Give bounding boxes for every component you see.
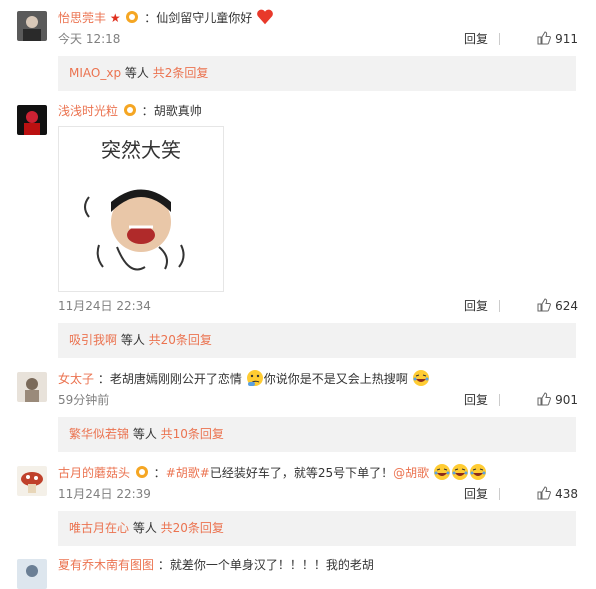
avatar[interactable]: [17, 11, 47, 41]
like-count: 438: [555, 487, 578, 501]
like-button[interactable]: 911: [537, 30, 578, 48]
divider: [499, 394, 500, 406]
reply-button[interactable]: 回复: [464, 30, 488, 48]
subreply-user[interactable]: 吸引我啊: [69, 333, 117, 347]
username[interactable]: 夏有乔木南有图图: [58, 558, 154, 572]
subreply-count[interactable]: 共10条回复: [161, 427, 224, 441]
thumbs-up-icon: [537, 392, 552, 406]
medal-icon: [124, 11, 144, 25]
comment-text: 老胡唐嫣刚刚公开了恋情: [109, 372, 242, 386]
comment-text: 已经装好车了，就等25号下单了！: [209, 466, 394, 480]
divider: [499, 300, 500, 312]
sticker-image[interactable]: 突然大笑: [58, 126, 224, 292]
like-button[interactable]: 438: [537, 485, 578, 503]
subreply-user[interactable]: 繁华似若锦: [69, 427, 129, 441]
divider: [499, 33, 500, 45]
subreply-bar[interactable]: 繁华似若锦 等人 共10条回复: [58, 417, 576, 452]
medal-icon: [134, 466, 154, 480]
thumbs-up-icon: [537, 31, 552, 45]
avatar[interactable]: [17, 372, 47, 402]
username[interactable]: 古月的蘑菇头: [58, 466, 130, 480]
laughing-emoji-icon: [451, 463, 469, 481]
thumbs-up-icon: [537, 486, 552, 500]
like-count: 911: [555, 32, 578, 46]
heart-icon: [256, 8, 274, 26]
username[interactable]: 怡思莞丰: [58, 11, 106, 25]
subreply-count[interactable]: 共20条回复: [149, 333, 212, 347]
hashtag-link[interactable]: #胡歌#: [166, 466, 210, 480]
like-count: 624: [555, 299, 578, 313]
subreply-count[interactable]: 共2条回复: [153, 66, 209, 80]
subreply-count[interactable]: 共20条回复: [161, 521, 224, 535]
timestamp: 11月24日 22:34: [58, 299, 151, 313]
divider: [499, 488, 500, 500]
timestamp: 今天 12:18: [58, 32, 121, 46]
subreply-bar[interactable]: 吸引我啊 等人 共20条回复: [58, 323, 576, 358]
comment-text: 就差你一个单身汉了！！！！我的老胡: [169, 558, 374, 572]
subreply-user[interactable]: MIAO_xp: [69, 66, 121, 80]
avatar[interactable]: [17, 559, 47, 589]
timestamp: 59分钟前: [58, 393, 110, 407]
like-button[interactable]: 624: [537, 297, 578, 315]
subreply-bar[interactable]: MIAO_xp 等人 共2条回复: [58, 56, 576, 91]
star-badge-icon: ★: [109, 11, 121, 25]
reply-button[interactable]: 回复: [464, 485, 488, 503]
avatar[interactable]: [17, 105, 47, 135]
comment-text: 仙剑留守儿童你好: [156, 11, 253, 25]
sticker-caption: 突然大笑: [101, 138, 181, 162]
reply-button[interactable]: 回复: [464, 391, 488, 409]
like-count: 901: [555, 393, 578, 407]
like-button[interactable]: 901: [537, 391, 578, 409]
comment-text: 胡歌真帅: [153, 104, 202, 118]
subreply-bar[interactable]: 唯古月在心 等人 共20条回复: [58, 511, 576, 546]
mention-link[interactable]: @胡歌: [393, 466, 429, 480]
thumbs-up-icon: [537, 298, 552, 312]
avatar[interactable]: [17, 466, 47, 496]
subreply-user[interactable]: 唯古月在心: [69, 521, 129, 535]
username[interactable]: 浅浅时光粒: [58, 104, 118, 118]
timestamp: 11月24日 22:39: [58, 487, 151, 501]
laughing-emoji-icon: [469, 463, 487, 481]
username[interactable]: 女太子: [58, 372, 94, 386]
medal-icon: [122, 104, 142, 118]
reply-button[interactable]: 回复: [464, 297, 488, 315]
laughing-emoji-icon: [433, 463, 451, 481]
laughing-emoji-icon: [412, 369, 430, 387]
thinking-emoji-icon: [246, 369, 264, 387]
